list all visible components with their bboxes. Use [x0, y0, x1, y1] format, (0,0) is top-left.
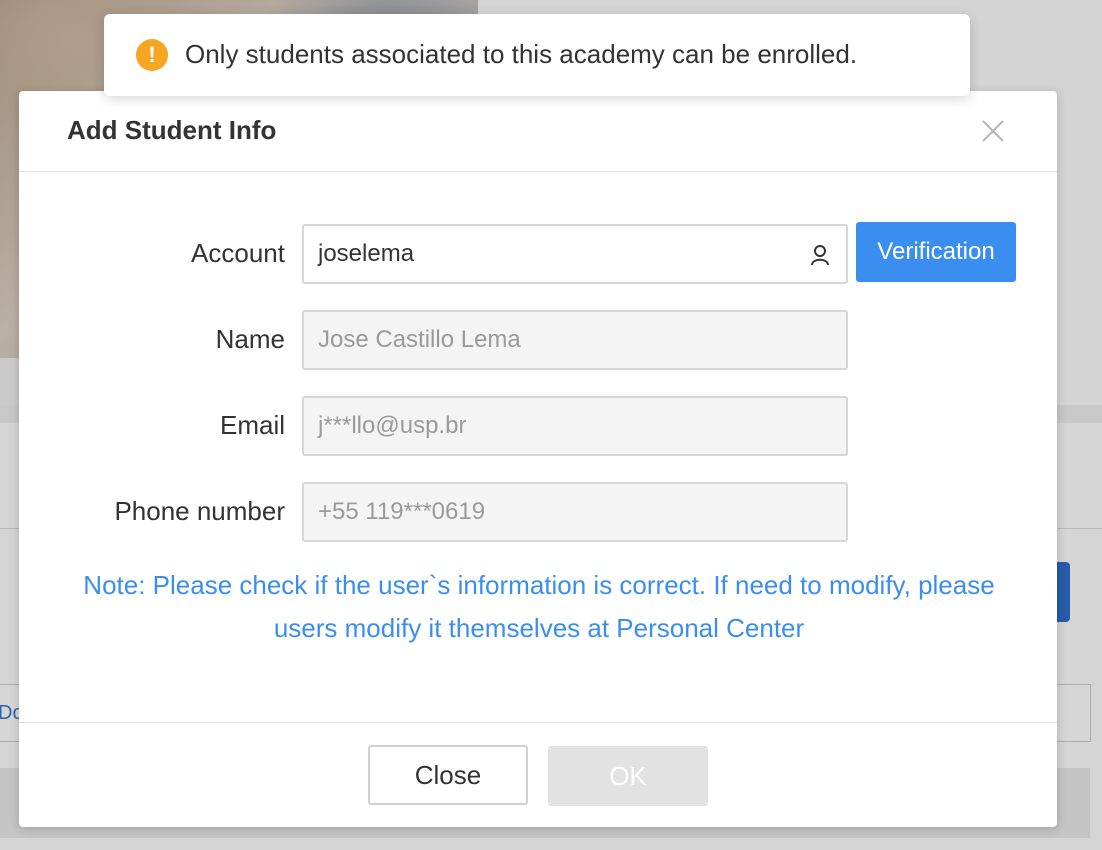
account-label: Account — [191, 238, 285, 268]
close-button[interactable]: Close — [368, 745, 528, 805]
phone-row: Phone number +55 119***0619 — [19, 482, 1057, 542]
dialog-header: Add Student Info — [19, 91, 1057, 172]
info-note: Note: Please check if the user`s informa… — [83, 570, 995, 643]
dialog-title: Add Student Info — [67, 115, 277, 145]
toast-message: Only students associated to this academy… — [185, 39, 858, 69]
ok-button[interactable]: OK — [548, 746, 708, 806]
name-field: Jose Castillo Lema — [302, 310, 848, 370]
add-student-dialog: Add Student Info Account joselema Verifi… — [19, 91, 1057, 827]
email-field: j***llo@usp.br — [302, 396, 848, 456]
close-icon[interactable] — [979, 117, 1007, 145]
email-label: Email — [219, 410, 285, 440]
email-row: Email j***llo@usp.br — [19, 396, 1057, 456]
name-label: Name — [215, 324, 285, 354]
name-row: Name Jose Castillo Lema — [19, 310, 1057, 370]
warning-icon: ! — [136, 39, 168, 71]
account-input[interactable]: joselema — [302, 224, 848, 284]
account-row: Account joselema Verification — [19, 222, 1057, 284]
phone-label: Phone number — [114, 496, 285, 526]
warning-toast: ! Only students associated to this acade… — [104, 14, 970, 96]
phone-field: +55 119***0619 — [302, 482, 848, 542]
verification-button[interactable]: Verification — [856, 222, 1016, 282]
user-icon — [811, 245, 829, 266]
dialog-footer: Close OK — [19, 722, 1057, 827]
